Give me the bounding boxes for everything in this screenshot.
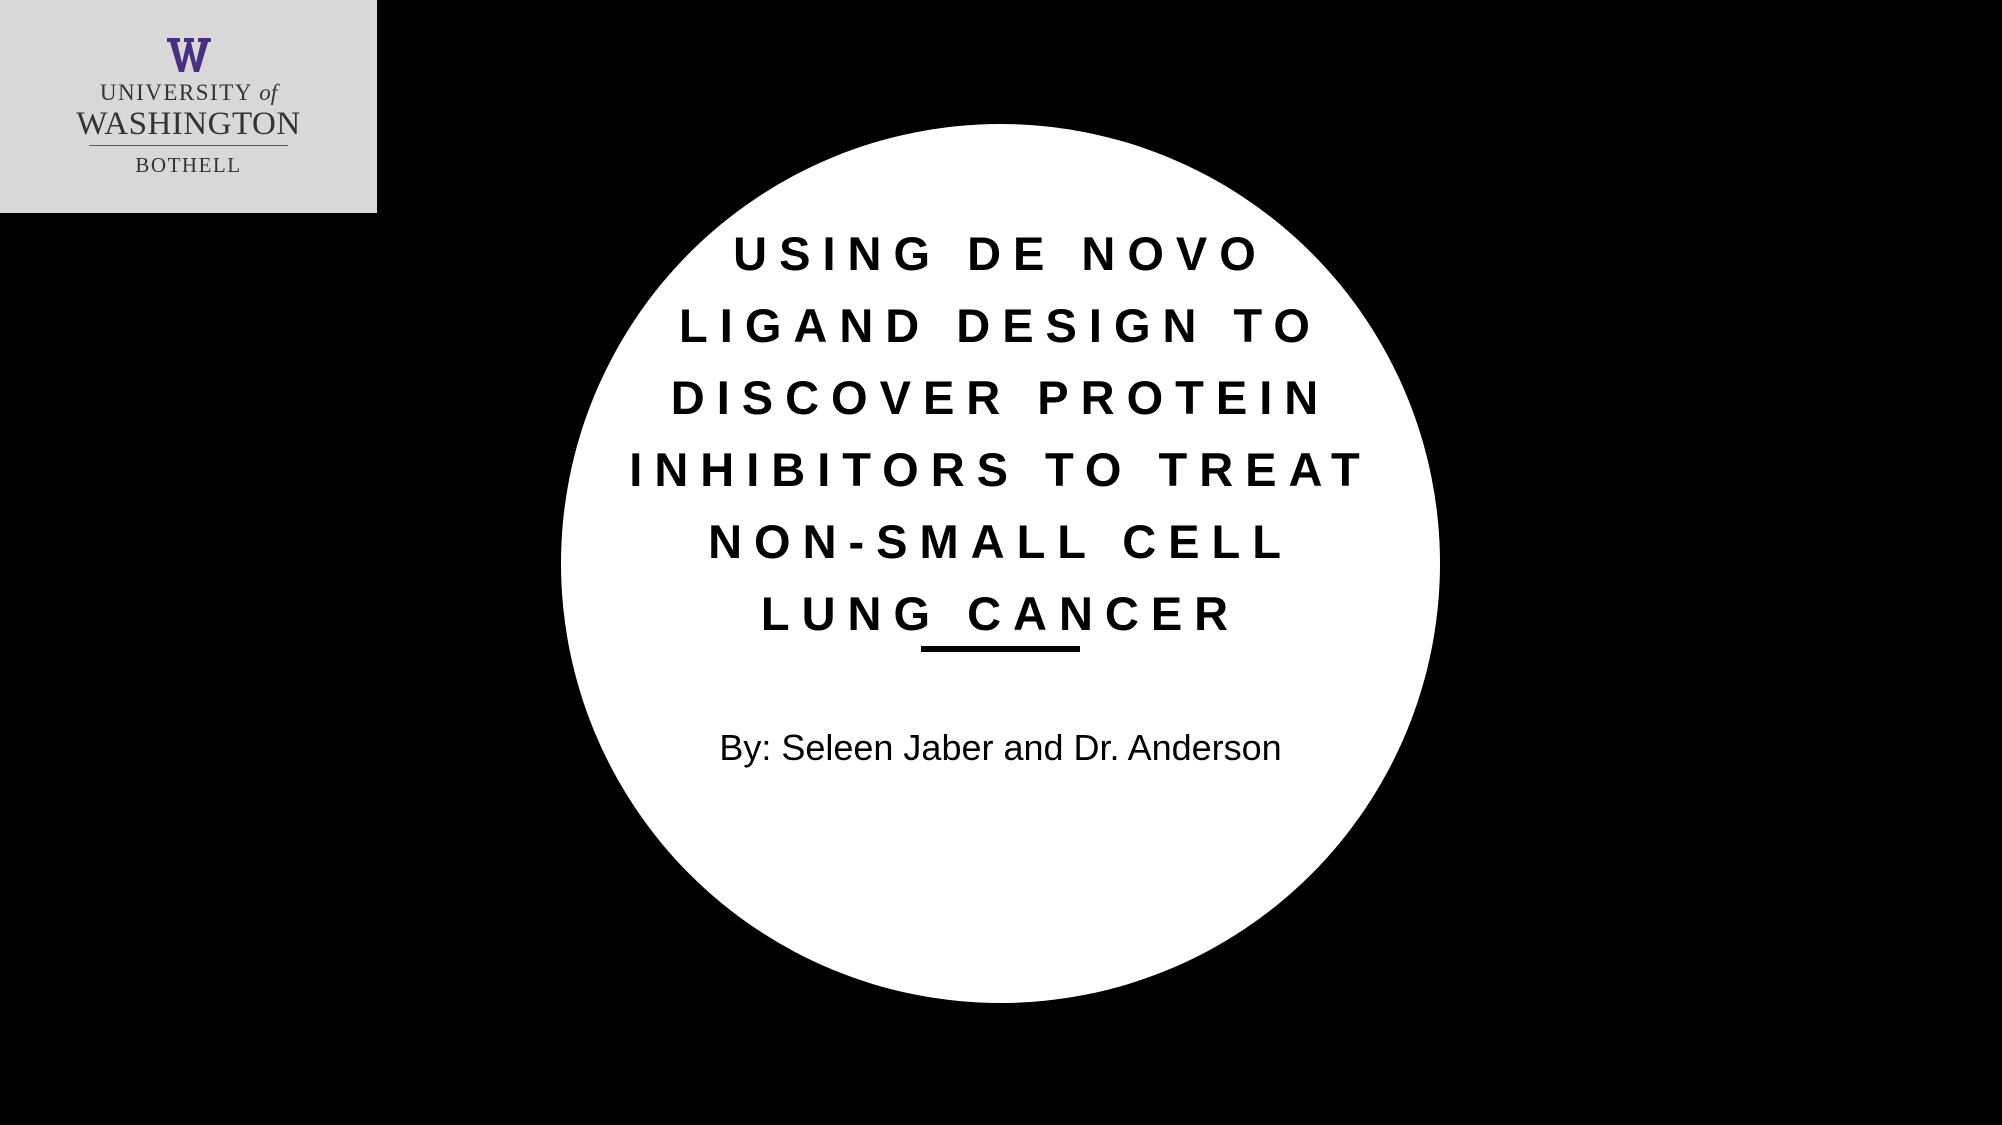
uw-w-mark-icon — [0, 36, 377, 74]
title-slide: UNIVERSITY of WASHINGTON BOTHELL USING D… — [0, 0, 2002, 1125]
title-line: NON-SMALL CELL — [708, 515, 1293, 568]
logo-washington-text: WASHINGTON — [76, 106, 301, 142]
university-logo: UNIVERSITY of WASHINGTON BOTHELL — [0, 0, 377, 213]
title-line: LUNG CANCER — [760, 587, 1241, 640]
title-accent-rule — [921, 646, 1080, 652]
title-line: INHIBITORS TO TREAT — [629, 443, 1372, 496]
logo-bothell-text: BOTHELL — [135, 153, 242, 177]
logo-university-text: UNIVERSITY of — [99, 80, 278, 105]
title-line: LIGAND DESIGN TO — [679, 299, 1322, 352]
logo-divider — [89, 145, 288, 146]
author-byline: By: Seleen Jaber and Dr. Anderson — [719, 727, 1282, 768]
slide-title: USING DE NOVO LIGAND DESIGN TO DISCOVER … — [561, 218, 1440, 650]
title-line: DISCOVER PROTEIN — [670, 371, 1331, 424]
title-line: USING DE NOVO — [733, 227, 1268, 280]
